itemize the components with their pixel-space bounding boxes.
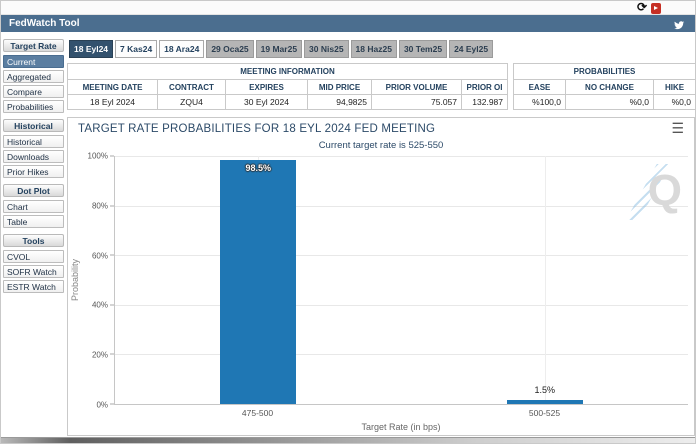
sidebar-section-target-rate: Target Rate	[3, 39, 64, 52]
y-tick-80: 80%	[92, 201, 108, 210]
axis-tick	[110, 404, 114, 405]
y-axis-title-wrap: Probability	[68, 156, 82, 405]
col-prior-volume: PRIOR VOLUME	[372, 80, 462, 95]
sidebar-item-compare[interactable]: Compare	[3, 85, 64, 98]
sidebar-item-current[interactable]: Current	[3, 55, 64, 68]
meeting-tabs: 18 Eyl24 7 Kas24 18 Ara24 29 Oca25 19 Ma…	[69, 40, 493, 58]
refresh-icon[interactable]: ⟳	[637, 0, 647, 14]
sidebar-item-probabilities[interactable]: Probabilities	[3, 100, 64, 113]
tab-7-kas24[interactable]: 7 Kas24	[115, 40, 157, 58]
sidebar-item-historical[interactable]: Historical	[3, 135, 64, 148]
x-axis-labels: 475-500 500-525	[114, 408, 688, 418]
axis-tick	[110, 156, 114, 157]
x-tick-475-500: 475-500	[114, 408, 401, 418]
tab-29-oca25[interactable]: 29 Oca25	[206, 40, 253, 58]
twitter-icon[interactable]	[673, 18, 685, 29]
y-tick-60: 60%	[92, 251, 108, 260]
col-hike: HIKE	[654, 80, 696, 95]
bar-value-label: 1.5%	[534, 385, 555, 395]
cell-expires: 30 Eyl 2024	[226, 95, 308, 110]
col-mid-price: MID PRICE	[308, 80, 372, 95]
y-tick-40: 40%	[92, 301, 108, 310]
sidebar-item-sofr-watch[interactable]: SOFR Watch	[3, 265, 64, 278]
tab-24-eyl25[interactable]: 24 Eyl25	[449, 40, 493, 58]
chart-menu-icon[interactable]: ☰	[671, 120, 684, 137]
tab-30-nis25[interactable]: 30 Nis25	[304, 40, 349, 58]
probabilities-title: PROBABILITIES	[514, 64, 696, 80]
chart-panel: TARGET RATE PROBABILITIES FOR 18 EYL 202…	[67, 117, 695, 436]
tab-18-eyl24[interactable]: 18 Eyl24	[69, 40, 113, 58]
tab-18-haz25[interactable]: 18 Haz25	[351, 40, 397, 58]
tab-30-tem25[interactable]: 30 Tem25	[399, 40, 447, 58]
plot-area: Q 98.5% 1.5%	[114, 156, 688, 405]
col-meeting-date: MEETING DATE	[68, 80, 158, 95]
y-tick-20: 20%	[92, 351, 108, 360]
app-header: FedWatch Tool	[1, 15, 695, 32]
cell-hike: %0,0	[654, 95, 696, 110]
cell-no-change: %0,0	[566, 95, 654, 110]
bar-500-525	[507, 400, 583, 404]
cell-prior-oi: 132.987	[462, 95, 508, 110]
tab-18-ara24[interactable]: 18 Ara24	[159, 40, 204, 58]
sidebar-section-historical: Historical	[3, 119, 64, 132]
bar-475-500: 98.5%	[220, 160, 296, 404]
meeting-info-table: MEETING INFORMATION MEETING DATE CONTRAC…	[67, 63, 508, 110]
axis-tick	[110, 205, 114, 206]
sidebar-item-aggregated[interactable]: Aggregated	[3, 70, 64, 83]
sidebar: Target Rate Current Aggregated Compare P…	[3, 37, 64, 295]
x-tick-500-525: 500-525	[401, 408, 688, 418]
y-tick-100: 100%	[88, 152, 108, 161]
axis-tick	[110, 304, 114, 305]
sidebar-item-table[interactable]: Table	[3, 215, 64, 228]
fedwatch-tool-window: ⟳ FedWatch Tool Target Rate Current Aggr…	[0, 0, 696, 444]
axis-tick	[110, 354, 114, 355]
col-ease: EASE	[514, 80, 566, 95]
cell-ease: %100,0	[514, 95, 566, 110]
bar-value-label: 98.5%	[220, 163, 296, 173]
bottom-scroll-strip	[1, 437, 695, 444]
col-prior-oi: PRIOR OI	[462, 80, 508, 95]
sidebar-item-estr-watch[interactable]: ESTR Watch	[3, 280, 64, 293]
cell-meeting-date: 18 Eyl 2024	[68, 95, 158, 110]
chart-title: TARGET RATE PROBABILITIES FOR 18 EYL 202…	[78, 123, 435, 135]
browser-top-strip: ⟳	[1, 1, 695, 15]
sidebar-item-prior-hikes[interactable]: Prior Hikes	[3, 165, 64, 178]
category-gridline	[545, 156, 546, 404]
probabilities-table: PROBABILITIES EASE NO CHANGE HIKE %100,0…	[513, 63, 696, 110]
red-badge-icon[interactable]	[651, 3, 661, 14]
chart-subtitle: Current target rate is 525-550	[68, 140, 694, 151]
axis-tick	[110, 255, 114, 256]
sidebar-section-dot-plot: Dot Plot	[3, 184, 64, 197]
app-title: FedWatch Tool	[9, 15, 80, 32]
col-expires: EXPIRES	[226, 80, 308, 95]
sidebar-item-cvol[interactable]: CVOL	[3, 250, 64, 263]
y-axis: 100% 80% 60% 40% 20% 0%	[82, 156, 112, 405]
y-axis-title: Probability	[70, 259, 80, 301]
meeting-info-title: MEETING INFORMATION	[68, 64, 508, 80]
sidebar-item-chart[interactable]: Chart	[3, 200, 64, 213]
tab-19-mar25[interactable]: 19 Mar25	[256, 40, 302, 58]
y-tick-0: 0%	[96, 401, 108, 410]
cell-mid-price: 94,9825	[308, 95, 372, 110]
col-contract: CONTRACT	[158, 80, 226, 95]
sidebar-item-downloads[interactable]: Downloads	[3, 150, 64, 163]
sidebar-section-tools: Tools	[3, 234, 64, 247]
cell-contract: ZQU4	[158, 95, 226, 110]
x-axis-title: Target Rate (in bps)	[114, 422, 688, 432]
category-column-500-525: 1.5%	[402, 156, 689, 404]
cell-prior-volume: 75.057	[372, 95, 462, 110]
col-no-change: NO CHANGE	[566, 80, 654, 95]
category-column-475-500: 98.5%	[115, 156, 402, 404]
